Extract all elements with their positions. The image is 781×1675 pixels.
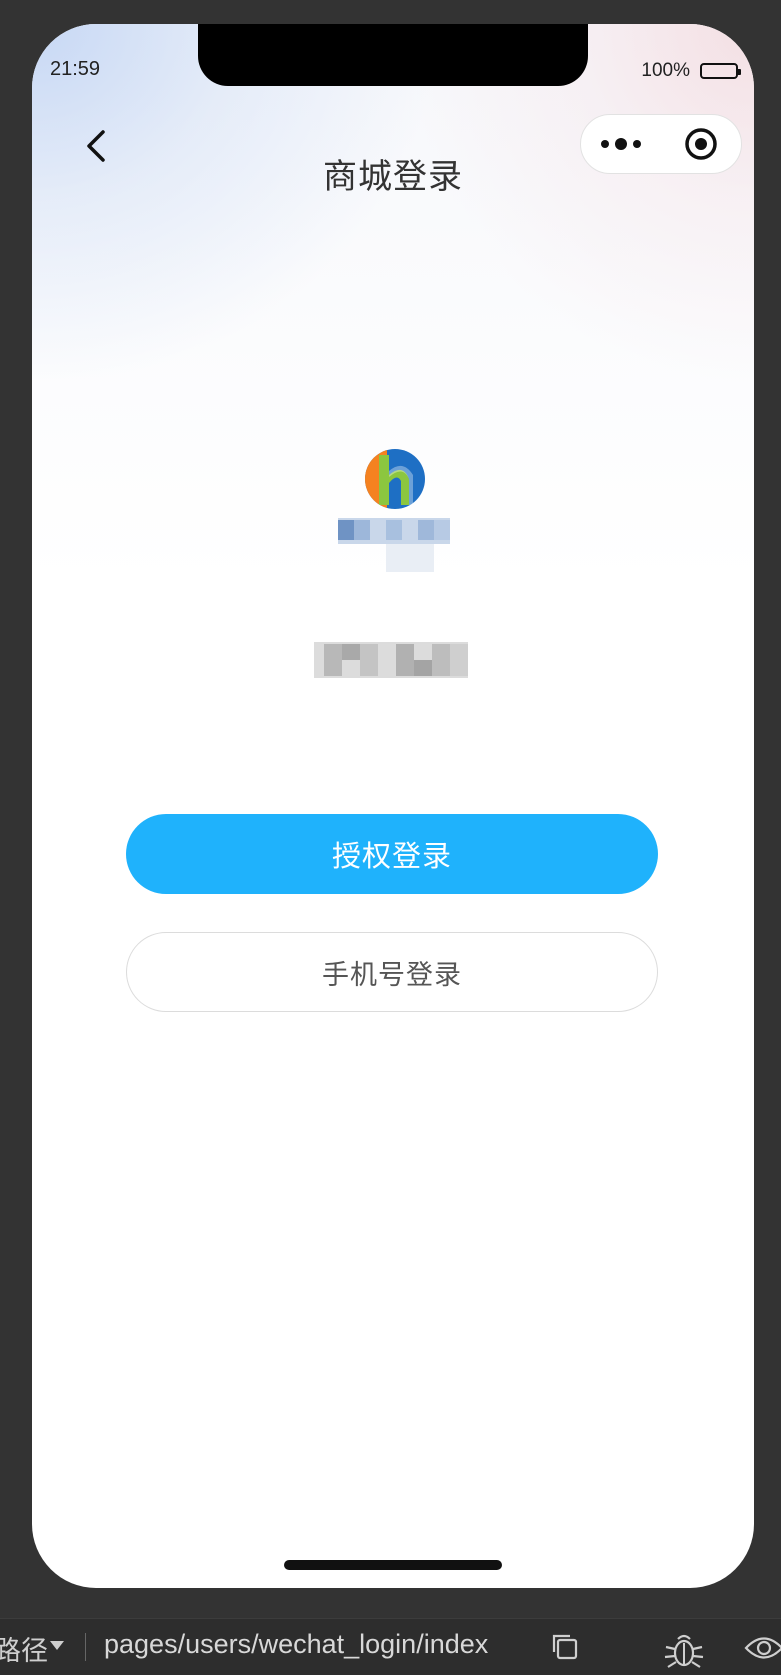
capsule-menu-button[interactable] [581, 115, 661, 173]
copy-icon[interactable] [550, 1632, 580, 1662]
battery-icon [700, 63, 741, 79]
status-time: 21:59 [50, 58, 101, 80]
toolbar-divider [85, 1633, 86, 1661]
shop-logo-icon [365, 449, 425, 509]
target-close-icon [685, 128, 717, 160]
capsule-close-button[interactable] [661, 115, 741, 173]
authorize-login-button[interactable]: 授权登录 [126, 814, 658, 894]
brand-name-pixelated [338, 514, 450, 576]
path-dropdown-icon[interactable] [50, 1641, 64, 1650]
shop-logo [363, 449, 427, 513]
status-right-group: 100% [641, 60, 741, 82]
home-indicator[interactable] [284, 1560, 502, 1570]
bug-icon[interactable] [662, 1629, 706, 1669]
device-notch [198, 24, 588, 86]
phone-screen: 21:59 100% 商城登录 授权登录 手机号登录 [32, 24, 754, 1588]
more-dots-icon [601, 138, 641, 150]
devtools-bottom-toolbar: 路径 pages/users/wechat_login/index [0, 1618, 781, 1675]
path-label[interactable]: 路径 [0, 1629, 48, 1668]
miniprogram-capsule [580, 114, 742, 174]
battery-percent: 100% [641, 60, 690, 81]
page-path-value: pages/users/wechat_login/index [104, 1629, 489, 1659]
shop-name-pixelated [314, 636, 468, 684]
eye-icon[interactable] [744, 1631, 781, 1665]
phone-login-button[interactable]: 手机号登录 [126, 932, 658, 1012]
